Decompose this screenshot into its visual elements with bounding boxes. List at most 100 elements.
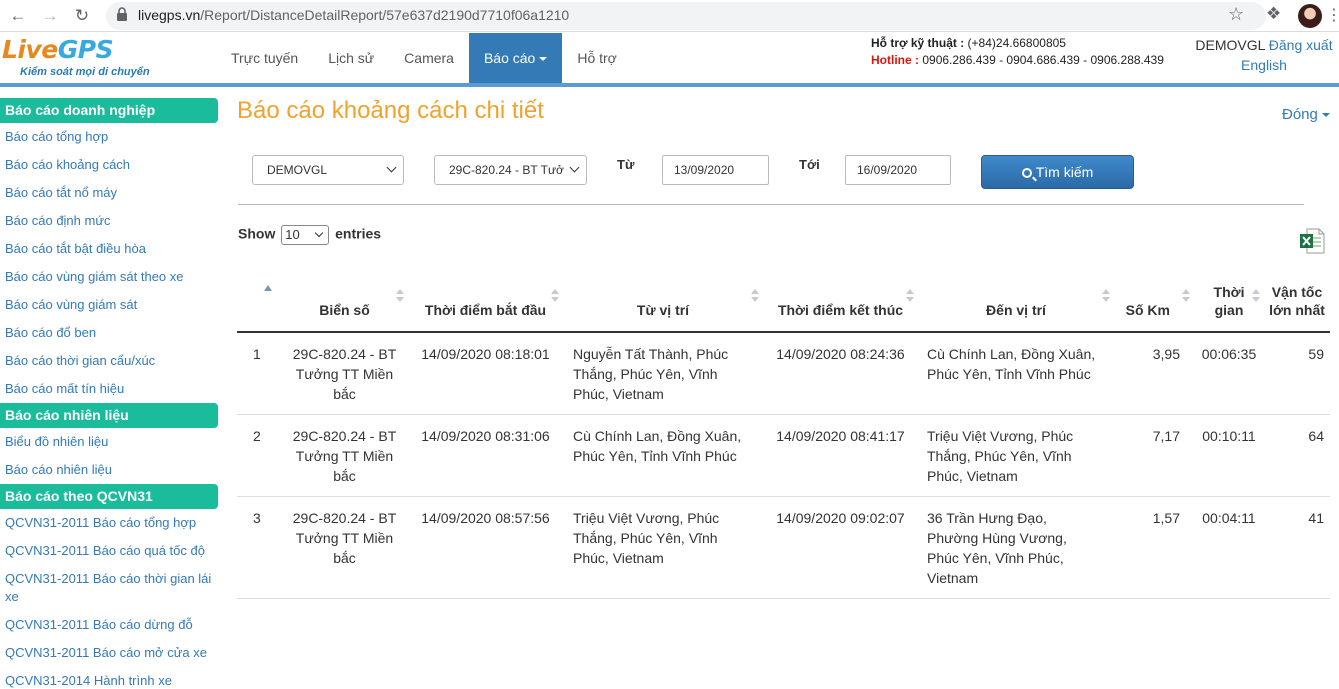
support-label: Hỗ trợ kỹ thuật :	[871, 36, 965, 50]
sort-icon	[396, 289, 404, 303]
sidebar-item[interactable]: Báo cáo định mức	[0, 207, 218, 235]
cell-start-time: 14/09/2020 08:18:01	[408, 332, 563, 415]
distance-report-table: Biển số Thời điểm bắt đầu Từ vị trí Thời…	[237, 263, 1330, 599]
livegps-logo[interactable]: LiveGPS Kiểm soát mọi di chuyển	[2, 36, 150, 79]
cell-max-speed: 41	[1264, 496, 1330, 599]
sidebar-item[interactable]: QCVN31-2011 Báo cáo tổng hợp	[0, 509, 218, 537]
sort-icon	[1252, 289, 1260, 303]
col-label: Vận tốc lớn nhất	[1269, 284, 1325, 318]
nav-online[interactable]: Trực tuyến	[216, 33, 313, 83]
chevron-down-icon	[569, 162, 580, 173]
sort-asc-icon	[264, 285, 272, 291]
sidebar-item[interactable]: QCVN31-2011 Báo cáo quá tốc độ	[0, 537, 218, 565]
nav-history[interactable]: Lịch sử	[313, 33, 389, 83]
sidebar-item[interactable]: QCVN31-2011 Báo cáo thời gian lái xe	[0, 565, 218, 611]
cell-km: 7,17	[1114, 414, 1194, 497]
sidebar-item[interactable]: Báo cáo thời gian cẩu/xúc	[0, 347, 218, 375]
col-start-time-header[interactable]: Thời điểm bắt đầu	[408, 263, 563, 333]
close-label: Đóng	[1282, 106, 1318, 123]
cell-duration: 00:06:35	[1194, 332, 1264, 415]
extensions-puzzle-icon[interactable]: ❖	[1266, 4, 1281, 24]
bookmark-star-icon[interactable]: ☆	[1228, 4, 1244, 25]
col-label: Thời điểm bắt đầu	[424, 302, 547, 318]
cell-max-speed: 64	[1264, 414, 1330, 497]
company-select[interactable]: DEMOVGL	[252, 155, 404, 185]
sidebar-item[interactable]: Báo cáo tắt nổ máy	[0, 179, 218, 207]
cell-to-location: Cù Chính Lan, Đồng Xuân, Phúc Yên, Tỉnh …	[918, 332, 1114, 415]
reload-icon[interactable]: ↻	[70, 4, 94, 28]
from-date-input[interactable]: 13/09/2020	[662, 155, 769, 185]
browser-menu-icon[interactable]: ⋮	[1326, 4, 1339, 28]
col-label: Biển số	[319, 302, 370, 318]
page-length-select[interactable]: 10	[281, 225, 330, 245]
sidebar-item[interactable]: Báo cáo nhiên liệu	[0, 456, 218, 484]
sidebar-item[interactable]: QCVN31-2011 Báo cáo mở cửa xe	[0, 639, 218, 667]
to-date-input[interactable]: 16/09/2020	[845, 155, 951, 185]
cell-start-time: 14/09/2020 08:57:56	[408, 496, 563, 599]
nav-support[interactable]: Hỗ trợ	[562, 33, 632, 83]
chevron-down-icon	[1321, 113, 1330, 118]
col-duration-header[interactable]: Thời gian	[1194, 263, 1264, 333]
sidebar-item[interactable]: Báo cáo tổng hợp	[0, 123, 218, 151]
col-end-time-header[interactable]: Thời điểm kết thúc	[763, 263, 918, 333]
cell-max-speed: 59	[1264, 332, 1330, 415]
col-label: Thời điểm kết thúc	[777, 302, 904, 318]
sidebar-item[interactable]: QCVN31-2014 Hành trình xe	[0, 667, 218, 689]
filter-divider	[238, 204, 1304, 205]
language-link[interactable]: English	[1241, 57, 1287, 73]
sidebar-item[interactable]: Báo cáo vùng giám sát theo xe	[0, 263, 218, 291]
sidebar-item[interactable]: Báo cáo vùng giám sát	[0, 291, 218, 319]
show-label: Show	[238, 225, 276, 242]
search-button[interactable]: Tìm kiếm	[981, 155, 1134, 189]
sidebar-item[interactable]: QCVN31-2011 Báo cáo dừng đỗ	[0, 611, 218, 639]
hotline-phones: 0906.286.439 - 0904.686.439 - 0906.288.4…	[922, 53, 1164, 67]
profile-avatar[interactable]	[1298, 4, 1322, 28]
logout-link[interactable]: Đăng xuất	[1269, 37, 1333, 53]
from-label: Từ	[617, 157, 635, 172]
company-value: DEMOVGL	[267, 163, 328, 177]
sidebar-item[interactable]: Báo cáo khoảng cách	[0, 151, 218, 179]
col-max-speed-header[interactable]: Vận tốc lớn nhất	[1264, 263, 1330, 333]
cell-index: 2	[237, 414, 281, 497]
sort-icon	[906, 289, 914, 303]
col-label: Số Km	[1125, 302, 1170, 318]
cell-km: 1,57	[1114, 496, 1194, 599]
lock-icon	[117, 7, 127, 21]
cell-plate: 29C-820.24 - BT Tưởng TT Miền bắc	[281, 332, 408, 415]
col-plate-header[interactable]: Biển số	[281, 263, 408, 333]
sidebar-item[interactable]: Báo cáo mất tín hiệu	[0, 375, 218, 403]
cell-to-location: 36 Trần Hưng Đạo, Phường Hùng Vương, Phú…	[918, 496, 1114, 599]
col-label: Thời gian	[1213, 284, 1245, 318]
chevron-down-icon	[539, 57, 548, 62]
nav-reports[interactable]: Báo cáo	[468, 33, 563, 83]
nav-camera[interactable]: Camera	[389, 33, 469, 83]
sidebar-item[interactable]: Báo cáo tắt bật điều hòa	[0, 235, 218, 263]
page-title: Báo cáo khoảng cách chi tiết	[237, 97, 544, 124]
sidebar-item[interactable]: Biểu đồ nhiên liệu	[0, 428, 218, 456]
cell-km: 3,95	[1114, 332, 1194, 415]
username: DEMOVGL	[1195, 37, 1265, 53]
cell-from-location: Triệu Việt Vương, Phúc Thắng, Phúc Yên, …	[563, 496, 763, 599]
col-to-location-header[interactable]: Đến vị trí	[918, 263, 1114, 333]
url-text[interactable]: livegps.vn/Report/DistanceDetailReport/5…	[138, 7, 569, 23]
page-length-control: Show 10 entries	[238, 225, 381, 245]
sidebar-item[interactable]: Báo cáo đổ ben	[0, 319, 218, 347]
cell-end-time: 14/09/2020 08:41:17	[763, 414, 918, 497]
vehicle-select[interactable]: 29C-820.24 - BT Tưở	[434, 155, 587, 185]
excel-export-icon[interactable]	[1299, 228, 1325, 254]
table-header-row: Biển số Thời điểm bắt đầu Từ vị trí Thời…	[237, 263, 1330, 333]
sidebar: Báo cáo doanh nghiệp Báo cáo tổng hợp Bá…	[0, 98, 218, 689]
browser-toolbar: ← → ↻ livegps.vn/Report/DistanceDetailRe…	[0, 0, 1339, 32]
col-index-header[interactable]	[237, 263, 281, 333]
col-from-location-header[interactable]: Từ vị trí	[563, 263, 763, 333]
support-contact: Hỗ trợ kỹ thuật : (+84)24.66800805 Hotli…	[871, 35, 1164, 69]
col-label: Đến vị trí	[986, 302, 1046, 318]
sort-icon	[1182, 289, 1190, 303]
user-area: DEMOVGL Đăng xuất English	[1194, 35, 1334, 75]
sort-icon	[1102, 289, 1110, 303]
back-arrow-icon[interactable]: ←	[6, 4, 30, 28]
nav-reports-label: Báo cáo	[483, 50, 536, 66]
close-toggle[interactable]: Đóng	[1282, 106, 1330, 123]
forward-arrow-icon[interactable]: →	[38, 4, 62, 28]
col-km-header[interactable]: Số Km	[1114, 263, 1194, 333]
